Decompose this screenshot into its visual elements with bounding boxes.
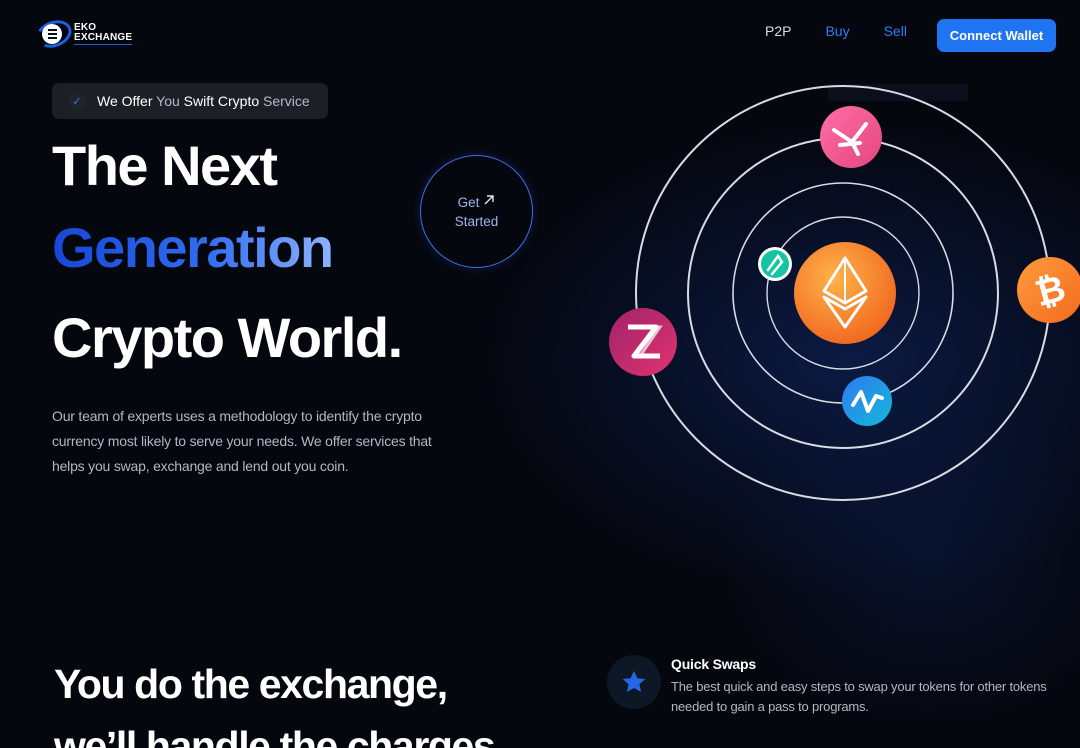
landing-page: EKO EXCHANGE P2P Buy Sell Connect Wallet…	[0, 0, 1080, 748]
bitcoin-icon: ₿	[1017, 257, 1080, 323]
service-badge: ✓ We Offer You Swift Crypto Service	[52, 83, 328, 119]
z-coin-icon	[609, 308, 677, 376]
get-started-label-line1: Get	[457, 194, 480, 210]
ethereum-icon	[794, 242, 896, 344]
quick-swaps-description: The best quick and easy steps to swap yo…	[671, 679, 1047, 714]
quick-swaps-title: Quick Swaps	[671, 656, 756, 672]
connect-wallet-button[interactable]: Connect Wallet	[937, 19, 1056, 52]
section-heading-line2: we’ll handle the charges	[54, 723, 496, 748]
check-icon: ✓	[68, 92, 86, 110]
get-started-button[interactable]: Get Started	[420, 155, 533, 268]
star-icon	[622, 670, 646, 693]
eko-exchange-logo[interactable]: EKO EXCHANGE	[32, 15, 133, 53]
quick-swaps-icon-circle	[607, 655, 661, 709]
hero-description: Our team of experts uses a methodology t…	[52, 408, 432, 474]
swap-coin-icon	[820, 106, 882, 168]
arrow-up-right-icon	[483, 193, 495, 212]
nav-buy-link[interactable]: Buy	[825, 23, 849, 39]
nav-sell-link[interactable]: Sell	[884, 23, 907, 39]
hero-title-line2: Generation	[52, 216, 334, 279]
hero-title-line3: Crypto World.	[52, 306, 403, 369]
nav-p2p-link[interactable]: P2P	[765, 23, 791, 39]
get-started-label-line2: Started	[454, 213, 499, 229]
logo-text-line2: EXCHANGE	[74, 32, 133, 45]
orbit-illustration: ₿	[609, 85, 1080, 501]
badge-text: We Offer You Swift Crypto Service	[97, 93, 310, 109]
n-coin-icon	[842, 376, 892, 426]
logo-mark-icon	[32, 15, 76, 53]
section-heading-line1: You do the exchange,	[54, 661, 448, 707]
leaf-coin-icon	[758, 247, 792, 281]
hero-title-line1: The Next	[52, 134, 278, 197]
main-nav: P2P Buy Sell	[765, 23, 907, 39]
